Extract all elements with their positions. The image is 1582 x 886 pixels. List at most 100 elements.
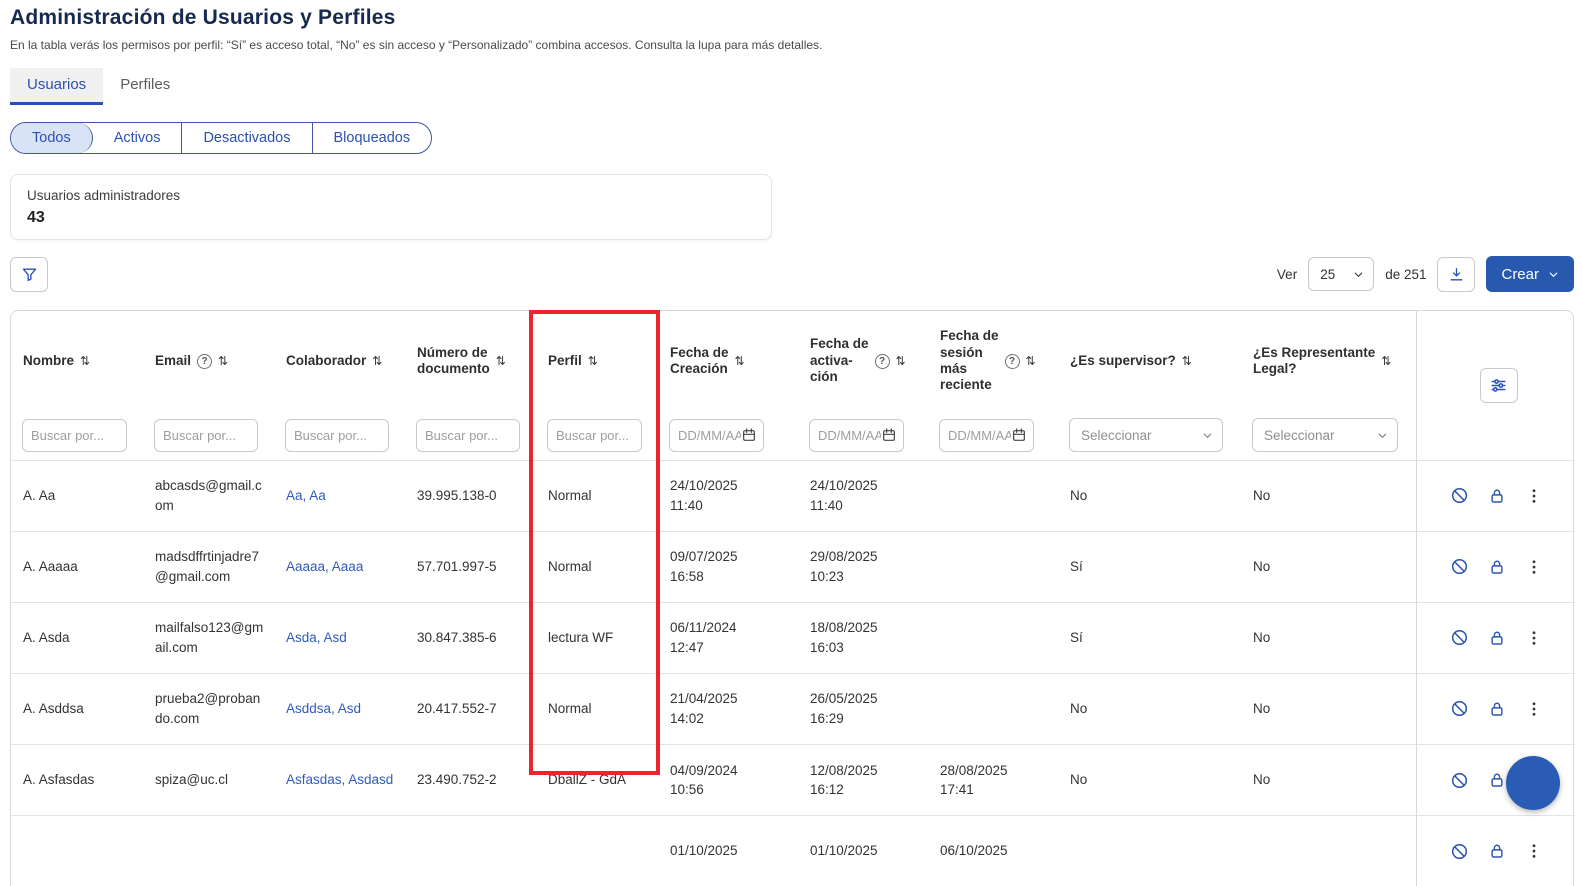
sort-icon[interactable]: ⇅ [896,354,906,368]
cell-es-representante: No [1241,673,1416,744]
cell-fecha-activacion: 26/05/2025 16:29 [798,673,928,744]
create-button[interactable]: Crear [1486,256,1574,292]
block-user-icon[interactable] [1450,842,1469,861]
tab-perfiles[interactable]: Perfiles [103,68,187,105]
cell-fecha-activacion: 24/10/2025 11:40 [798,460,928,531]
lock-user-icon[interactable] [1488,558,1506,576]
stats-card-label: Usuarios administradores [27,188,755,203]
filter-input-email[interactable] [154,419,258,452]
filter-select-supervisor[interactable]: Seleccionar [1069,418,1223,452]
cell-es-supervisor: Sí [1058,531,1241,602]
column-header-fecha-activacion: Fecha de activa- ción [810,336,869,385]
row-menu-icon[interactable] [1525,700,1543,718]
colaborador-link[interactable]: Aaaaa, Aaaa [274,531,405,602]
cell-fecha-activacion: 12/08/2025 16:12 [798,745,928,816]
filter-date-activacion[interactable] [809,419,904,452]
status-filter-todos[interactable]: Todos [11,123,93,153]
status-filter-desactivados[interactable]: Desactivados [182,123,312,153]
help-icon[interactable]: ? [197,354,212,369]
sort-icon[interactable]: ⇅ [1182,354,1192,368]
cell-fecha-creacion: 04/09/2024 10:56 [658,745,798,816]
status-filter-group: Todos Activos Desactivados Bloqueados [10,122,432,154]
calendar-icon[interactable] [881,427,897,443]
block-user-icon[interactable] [1450,628,1469,647]
sort-icon[interactable]: ⇅ [588,354,598,368]
row-menu-icon[interactable] [1525,558,1543,576]
filter-input-colaborador[interactable] [285,419,389,452]
cell-fecha-sesion [928,531,1058,602]
calendar-icon[interactable] [1011,427,1027,443]
status-filter-activos[interactable]: Activos [93,123,183,153]
lock-user-icon[interactable] [1488,842,1506,860]
page-size-select[interactable]: 25 [1308,257,1374,291]
filter-date-creacion[interactable] [669,419,764,452]
filter-date-sesion[interactable] [939,419,1034,452]
sort-icon[interactable]: ⇅ [1381,354,1391,368]
floating-action-button[interactable] [1506,756,1560,810]
column-header-nombre: Nombre [23,353,74,369]
cell-fecha-sesion: 28/08/2025 17:41 [928,745,1058,816]
filter-button[interactable] [10,257,48,292]
block-user-icon[interactable] [1450,557,1469,576]
sort-icon[interactable]: ⇅ [218,354,228,368]
download-icon [1448,266,1465,283]
help-icon[interactable]: ? [1005,354,1020,369]
cell-perfil: DballZ - GdA [536,745,658,816]
page-size-value: 25 [1320,267,1335,282]
cell-documento [405,816,536,886]
cell-fecha-sesion [928,460,1058,531]
colaborador-link[interactable]: Aa, Aa [274,460,405,531]
stats-card-value: 43 [27,209,755,227]
stats-card: Usuarios administradores 43 [10,174,772,240]
page-size-label: Ver [1277,267,1297,282]
users-table: Nombre ⇅ Email ? ⇅ Colaborador ⇅ Número … [10,310,1574,886]
filter-input-nombre[interactable] [22,419,127,452]
sort-icon[interactable]: ⇅ [80,354,90,368]
toolbar: Ver 25 de 251 Crear [10,256,1574,292]
row-menu-icon[interactable] [1525,842,1543,860]
tab-usuarios[interactable]: Usuarios [10,68,103,105]
date-input[interactable] [948,428,1011,443]
select-placeholder: Seleccionar [1264,428,1335,443]
status-filter-bloqueados[interactable]: Bloqueados [313,123,432,153]
filter-input-perfil[interactable] [547,419,642,452]
cell-fecha-activacion: 29/08/2025 10:23 [798,531,928,602]
chevron-down-icon [1202,430,1213,441]
colaborador-link[interactable]: Asfasdas, Asdasd [274,745,405,816]
row-menu-icon[interactable] [1525,487,1543,505]
page-title: Administración de Usuarios y Perfiles [10,6,1574,30]
download-button[interactable] [1437,257,1475,292]
help-icon[interactable]: ? [875,354,890,369]
colaborador-link[interactable]: Asda, Asd [274,602,405,673]
row-menu-icon[interactable] [1525,629,1543,647]
sort-icon[interactable]: ⇅ [735,354,745,368]
lock-user-icon[interactable] [1488,487,1506,505]
block-user-icon[interactable] [1450,771,1469,790]
table-settings-button[interactable] [1480,368,1518,403]
date-input[interactable] [818,428,881,443]
sort-icon[interactable]: ⇅ [1026,354,1036,368]
lock-user-icon[interactable] [1488,771,1506,789]
block-user-icon[interactable] [1450,699,1469,718]
cell-nombre: A. Aa [11,460,143,531]
cell-es-representante: No [1241,460,1416,531]
colaborador-link[interactable]: Asddsa, Asd [274,673,405,744]
column-header-email: Email [155,353,191,369]
filter-select-representante[interactable]: Seleccionar [1252,418,1398,452]
lock-user-icon[interactable] [1488,700,1506,718]
cell-fecha-sesion: 06/10/2025 [928,816,1058,886]
calendar-icon[interactable] [741,427,757,443]
cell-email [143,816,274,886]
date-input[interactable] [678,428,741,443]
cell-fecha-creacion: 06/11/2024 12:47 [658,602,798,673]
colaborador-link[interactable] [274,816,405,886]
sort-icon[interactable]: ⇅ [496,354,506,368]
filter-input-documento[interactable] [416,419,520,452]
cell-documento: 30.847.385-6 [405,602,536,673]
block-user-icon[interactable] [1450,486,1469,505]
cell-fecha-activacion: 18/08/2025 16:03 [798,602,928,673]
tabs: Usuarios Perfiles [10,68,1574,105]
sort-icon[interactable]: ⇅ [372,354,382,368]
cell-perfil [536,816,658,886]
lock-user-icon[interactable] [1488,629,1506,647]
